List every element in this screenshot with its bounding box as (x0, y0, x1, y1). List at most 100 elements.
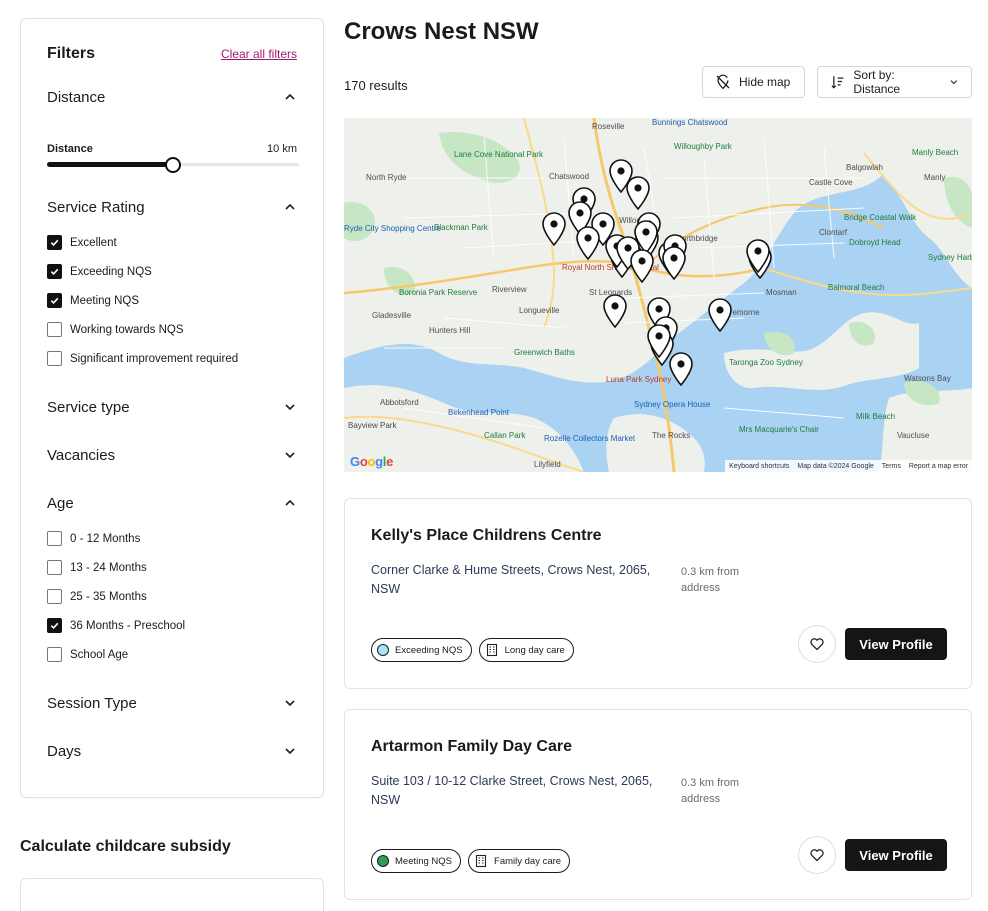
listing-name[interactable]: Kelly's Place Childrens Centre (371, 527, 602, 545)
view-profile-button[interactable]: View Profile (845, 628, 947, 660)
rating-tag-label: Exceeding NQS (395, 644, 463, 656)
checkbox-label: 36 Months - Preschool (70, 619, 186, 632)
location-pin-icon[interactable] (625, 176, 651, 211)
listing-name[interactable]: Artarmon Family Day Care (371, 738, 572, 756)
location-pin-icon[interactable] (668, 352, 694, 387)
checkbox-checked[interactable] (47, 618, 62, 633)
results-map[interactable]: Roseville Bunnings Chatswood Lane Cove N… (344, 118, 972, 472)
checkbox-option[interactable]: 36 Months - Preschool (47, 618, 185, 633)
location-pin-icon[interactable] (661, 246, 687, 281)
building-icon (486, 643, 497, 657)
report-map-error-link[interactable]: Report a map error (909, 463, 968, 470)
location-pin-icon[interactable] (575, 226, 601, 261)
map-label: Bayview Park (348, 421, 397, 430)
sort-dropdown[interactable]: Sort by: Distance (817, 66, 972, 98)
map-label: Manly (924, 173, 946, 182)
check-icon (50, 297, 59, 305)
service-type-tag: Family day care (468, 849, 571, 873)
age-section-label: Age (47, 494, 74, 512)
map-label: Riverview (492, 285, 527, 294)
distance-slider[interactable] (47, 157, 299, 173)
map-label: Rozelle Collectors Market (544, 434, 636, 443)
distance-value: 10 km (267, 143, 297, 155)
service-type-tag-label: Family day care (494, 855, 562, 867)
checkbox-unchecked[interactable] (47, 560, 62, 575)
service-rating-section-toggle[interactable]: Service Rating (47, 197, 297, 217)
vacancies-section-toggle[interactable]: Vacancies (47, 445, 297, 465)
location-pin-icon[interactable] (602, 294, 628, 329)
map-label: Callan Park (484, 431, 526, 440)
checkbox-option[interactable]: 25 - 35 Months (47, 589, 147, 604)
map-label: Vaucluse (897, 431, 930, 440)
checkbox-label: Working towards NQS (70, 323, 184, 336)
session-type-section-toggle[interactable]: Session Type (47, 693, 297, 713)
days-section-toggle[interactable]: Days (47, 741, 297, 761)
map-label: Manly Beach (912, 148, 959, 157)
service-type-section-toggle[interactable]: Service type (47, 397, 297, 417)
checkbox-option[interactable]: School Age (47, 647, 128, 662)
checkbox-unchecked[interactable] (47, 351, 62, 366)
map-label: Abbotsford (380, 398, 419, 407)
favourite-button[interactable] (798, 836, 836, 874)
days-section-label: Days (47, 742, 82, 760)
sort-icon (831, 76, 844, 89)
favourite-button[interactable] (798, 625, 836, 663)
heart-icon (810, 638, 824, 651)
checkbox-unchecked[interactable] (47, 531, 62, 546)
checkbox-option[interactable]: Meeting NQS (47, 293, 139, 308)
slider-thumb[interactable] (165, 157, 181, 173)
map-data-label: Map data ©2024 Google (797, 462, 874, 470)
location-pin-icon[interactable] (745, 239, 771, 274)
map-label: The Rocks (652, 431, 691, 440)
map-label: Balgowlah (846, 163, 883, 172)
map-label: Roseville (592, 122, 625, 131)
map-label: Ryde City Shopping Centre (344, 224, 441, 233)
checkbox-option[interactable]: 13 - 24 Months (47, 560, 147, 575)
keyboard-shortcuts-link[interactable]: Keyboard shortcuts (729, 463, 789, 470)
map-label: Mosman (766, 288, 797, 297)
listing-tags: Exceeding NQS Long day care (371, 638, 574, 662)
checkbox-unchecked[interactable] (47, 589, 62, 604)
map-label: Gladesville (372, 311, 412, 320)
terms-link[interactable]: Terms (882, 463, 901, 470)
checkbox-option[interactable]: 0 - 12 Months (47, 531, 140, 546)
listing-card: Artarmon Family Day Care Suite 103 / 10-… (344, 709, 972, 900)
map-label: Clontarf (819, 228, 848, 237)
map-label: Balmoral Beach (828, 283, 885, 292)
location-pin-icon[interactable] (629, 249, 655, 284)
checkbox-label: Excellent (70, 236, 117, 249)
hide-map-button[interactable]: Hide map (702, 66, 805, 98)
checkbox-checked[interactable] (47, 293, 62, 308)
checkbox-unchecked[interactable] (47, 322, 62, 337)
distance-section-toggle[interactable]: Distance (47, 87, 297, 107)
vacancies-section-label: Vacancies (47, 446, 116, 464)
checkbox-unchecked[interactable] (47, 647, 62, 662)
location-pin-icon[interactable] (541, 212, 567, 247)
filters-title: Filters (47, 45, 96, 62)
age-section-toggle[interactable]: Age (47, 493, 297, 513)
checkbox-checked[interactable] (47, 264, 62, 279)
checkbox-option[interactable]: Excellent (47, 235, 117, 250)
checkbox-option[interactable]: Exceeding NQS (47, 264, 152, 279)
chevron-down-icon (283, 696, 297, 710)
checkbox-option[interactable]: Significant improvement required (47, 351, 238, 366)
chevron-down-icon (283, 744, 297, 758)
hide-map-label: Hide map (739, 75, 791, 89)
map-label: Sydney Harbour National Park (928, 253, 972, 262)
map-label: Blackman Park (434, 223, 488, 232)
checkbox-label: 0 - 12 Months (70, 532, 141, 545)
map-label: Milk Beach (856, 412, 896, 421)
checkbox-checked[interactable] (47, 235, 62, 250)
checkbox-label: School Age (70, 648, 129, 661)
checkbox-option[interactable]: Working towards NQS (47, 322, 184, 337)
map-label: Chatswood (549, 172, 590, 181)
location-pin-icon[interactable] (707, 298, 733, 333)
clear-all-filters-link[interactable]: Clear all filters (221, 47, 297, 61)
chevron-down-icon (950, 80, 958, 85)
results-count: 170 results (344, 78, 408, 93)
chevron-down-icon (283, 400, 297, 414)
view-profile-button[interactable]: View Profile (845, 839, 947, 871)
map-label: Greenwich Baths (514, 348, 575, 357)
service-type-section-label: Service type (47, 398, 130, 416)
map-label: Lane Cove National Park (454, 150, 543, 159)
